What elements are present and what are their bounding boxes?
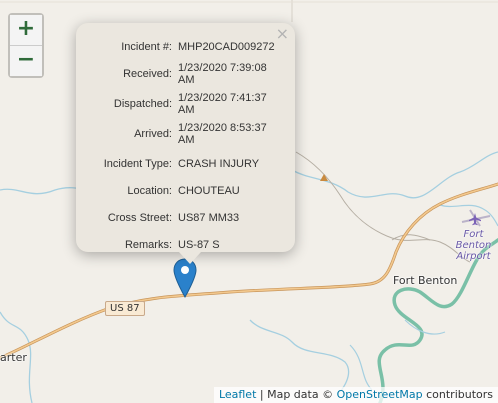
popup-field-value: CHOUTEAU	[178, 185, 240, 197]
zoom-in-button[interactable]: +	[10, 15, 42, 45]
popup-row: Received: 1/23/2020 7:39:08 AM	[84, 59, 287, 89]
osm-link[interactable]: OpenStreetMap	[337, 388, 423, 401]
popup-field-label: Location:	[127, 185, 172, 197]
popup-field-label: Remarks:	[124, 239, 172, 251]
creek	[291, 151, 498, 199]
route-shield-us87: US 87	[105, 301, 145, 316]
popup-field-value: CRASH INJURY	[178, 158, 260, 170]
map-attribution: Leaflet | Map data © OpenStreetMap contr…	[213, 387, 498, 403]
popup-row: Incident #: MHP20CAD009272	[84, 35, 287, 59]
popup-field-value: 1/23/2020 7:41:37 AM	[178, 92, 267, 116]
airport-label-line2: Airport	[456, 251, 491, 262]
popup-field-label: Incident #:	[121, 41, 172, 53]
popup-row: Location: CHOUTEAU	[84, 179, 287, 203]
popup-tip	[179, 252, 201, 264]
zoom-control: + −	[8, 13, 44, 78]
map-view[interactable]: Fort Benton arter Fort Benton Airport US…	[0, 0, 498, 403]
minor-road	[295, 151, 471, 263]
creek	[249, 319, 350, 393]
popup-field-value: MHP20CAD009272	[178, 41, 275, 53]
popup-field-value: 1/23/2020 8:53:37 AM	[178, 122, 267, 146]
creek	[349, 344, 373, 391]
main-river	[377, 238, 498, 403]
popup-row: Dispatched: 1/23/2020 7:41:37 AM	[84, 89, 287, 119]
popup-field-label: Dispatched:	[113, 98, 172, 110]
popup-field-label: Arrived:	[134, 128, 172, 140]
zoom-out-button[interactable]: −	[10, 45, 42, 76]
popup-close-button[interactable]: ×	[276, 25, 289, 43]
place-label-fort-benton: Fort Benton	[393, 274, 458, 287]
attribution-suffix: contributors	[422, 388, 493, 401]
popup-row: Cross Street: US87 MM33	[84, 203, 287, 233]
leaflet-link[interactable]: Leaflet	[219, 388, 256, 401]
incident-popup: × Incident #: MHP20CAD009272 Received: 1/23…	[76, 23, 295, 264]
popup-field-label: Cross Street:	[107, 212, 172, 224]
airport-label-line1: Fort Benton	[455, 229, 492, 251]
popup-field-value: 1/23/2020 7:39:08 AM	[178, 62, 267, 86]
airport-label: Fort Benton Airport	[449, 229, 498, 262]
popup-field-label: Received:	[123, 68, 172, 80]
popup-row: Incident Type: CRASH INJURY	[84, 149, 287, 179]
popup-field-label: Incident Type:	[103, 158, 172, 170]
place-label-partial-town: arter	[0, 351, 27, 364]
popup-field-value: US87 MM33	[178, 212, 240, 224]
attribution-separator: | Map data ©	[256, 388, 337, 401]
incident-details-table: Incident #: MHP20CAD009272 Received: 1/23/2…	[84, 35, 287, 257]
popup-row: Arrived: 1/23/2020 8:53:37 AM	[84, 119, 287, 149]
map-marker-icon[interactable]	[172, 258, 198, 298]
